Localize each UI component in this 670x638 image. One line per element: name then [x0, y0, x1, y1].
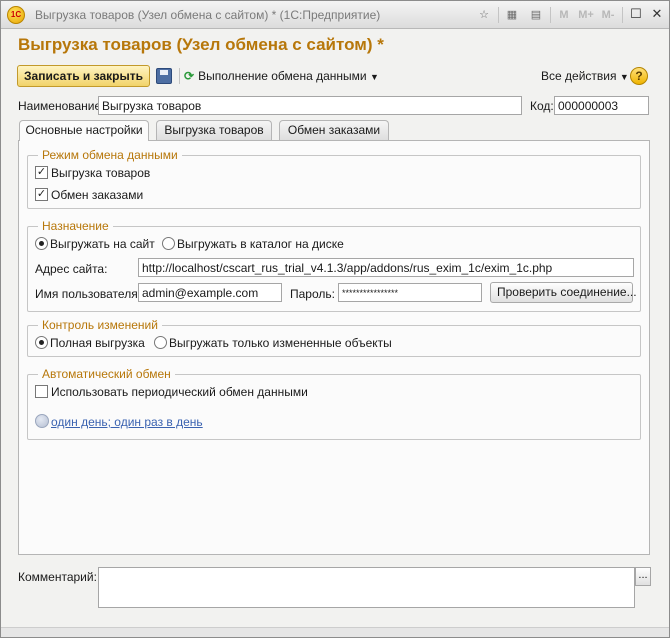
site-address-input[interactable] — [138, 258, 634, 277]
username-label: Имя пользователя: — [35, 287, 142, 301]
calculator-icon[interactable]: ▦ — [503, 6, 521, 24]
full-export-radio[interactable] — [35, 336, 48, 349]
check-connection-button[interactable]: Проверить соединение... — [490, 282, 637, 303]
all-actions-menu[interactable]: Все действия ▼ — [541, 69, 629, 83]
exchange-menu-label: Выполнение обмена данными — [198, 69, 367, 83]
all-actions-label: Все действия — [541, 69, 617, 83]
tab-main-settings[interactable]: Основные настройки — [19, 120, 149, 141]
change-control-title: Контроль изменений — [38, 318, 162, 332]
username-input[interactable] — [138, 283, 282, 302]
full-export-label: Полная выгрузка — [50, 336, 145, 350]
calendar-icon[interactable]: ▤ — [527, 6, 545, 24]
site-address-label: Адрес сайта: — [35, 262, 108, 276]
memory-m-button[interactable]: M — [555, 6, 573, 24]
chevron-down-icon: ▼ — [619, 72, 629, 82]
floppy-disk-icon[interactable] — [156, 68, 172, 84]
periodic-exchange-checkbox[interactable] — [35, 385, 48, 398]
chevron-down-icon: ▼ — [369, 72, 379, 82]
sync-icon: ⟳ — [184, 69, 195, 83]
orders-exchange-checkbox[interactable]: ✓ — [35, 188, 48, 201]
name-label: Наименование: — [18, 99, 105, 113]
app-logo-icon[interactable]: 1С — [7, 6, 25, 24]
export-goods-label: Выгрузка товаров — [51, 166, 151, 180]
exchange-mode-title: Режим обмена данными — [38, 148, 182, 162]
periodic-exchange-label: Использовать периодический обмен данными — [51, 385, 308, 399]
maximize-icon[interactable]: ☐ — [627, 5, 645, 23]
changed-only-radio[interactable] — [154, 336, 167, 349]
titlebar-divider — [498, 7, 499, 23]
form-title: Выгрузка товаров (Узел обмена с сайтом) … — [18, 35, 384, 54]
help-button[interactable]: ? — [630, 67, 648, 85]
title-bar: 1С Выгрузка товаров (Узел обмена с сайто… — [1, 1, 669, 29]
export-goods-checkbox[interactable]: ✓ — [35, 166, 48, 179]
close-icon[interactable]: ✕ — [648, 5, 666, 23]
name-input[interactable] — [98, 96, 522, 115]
window-title: Выгрузка товаров (Узел обмена с сайтом) … — [35, 8, 381, 22]
main-window: 1С Выгрузка товаров (Узел обмена с сайто… — [0, 0, 670, 638]
export-to-disk-radio[interactable] — [162, 237, 175, 250]
code-input[interactable] — [554, 96, 649, 115]
schedule-icon — [35, 414, 49, 428]
status-bar — [1, 627, 669, 637]
export-to-disk-label: Выгружать в каталог на диске — [177, 237, 344, 251]
memory-m-minus-button[interactable]: M- — [598, 6, 618, 24]
code-label: Код: — [530, 99, 554, 113]
destination-title: Назначение — [38, 219, 113, 233]
comment-textarea[interactable] — [98, 567, 635, 608]
titlebar-divider — [622, 7, 623, 23]
memory-m-plus-button[interactable]: M+ — [575, 6, 597, 24]
favorite-star-icon[interactable]: ☆ — [475, 6, 493, 24]
tab-orders-exchange[interactable]: Обмен заказами — [279, 120, 389, 140]
schedule-link[interactable]: один день; один раз в день — [51, 415, 203, 429]
toolbar-divider — [179, 68, 180, 84]
tab-goods-export[interactable]: Выгрузка товаров — [156, 120, 272, 140]
export-to-site-radio[interactable] — [35, 237, 48, 250]
titlebar-divider — [550, 7, 551, 23]
comment-label: Комментарий: — [18, 570, 97, 584]
export-to-site-label: Выгружать на сайт — [50, 237, 155, 251]
changed-only-label: Выгружать только измененные объекты — [169, 336, 392, 350]
password-input[interactable] — [338, 283, 482, 302]
comment-select-button[interactable]: ... — [635, 567, 651, 586]
password-label: Пароль: — [290, 287, 335, 301]
auto-exchange-title: Автоматический обмен — [38, 367, 175, 381]
exchange-menu-button[interactable]: ⟳ Выполнение обмена данными ▼ — [184, 69, 379, 83]
save-and-close-button[interactable]: Записать и закрыть — [17, 65, 150, 87]
orders-exchange-label: Обмен заказами — [51, 188, 144, 202]
auto-exchange-group: Автоматический обмен — [27, 367, 641, 440]
